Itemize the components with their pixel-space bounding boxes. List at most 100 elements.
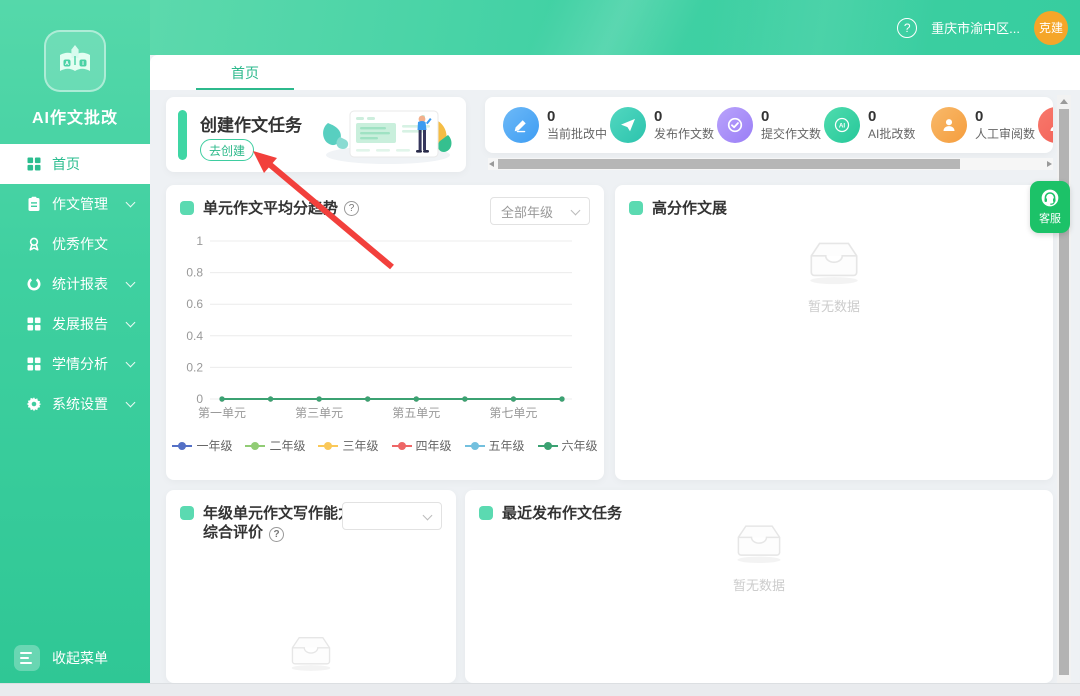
chevron-down-icon [126, 397, 136, 407]
app-title: AI作文批改 [0, 104, 150, 128]
ai-icon: AI [824, 107, 860, 143]
grid-icon [26, 356, 42, 372]
legend-item-0[interactable]: 一年级 [172, 437, 232, 454]
sidebar-item-grid-5[interactable]: 学情分析 [0, 344, 150, 384]
customer-service-button[interactable]: 客服 [1030, 181, 1070, 233]
highscore-card-title: 高分作文展 [652, 199, 727, 218]
scroll-up-icon[interactable] [1060, 99, 1068, 104]
check-icon [717, 107, 753, 143]
sidebar-item-clipboard-1[interactable]: 作文管理 [0, 184, 150, 224]
title-bullet [180, 201, 194, 215]
sidebar-nav: 首页作文管理优秀作文统计报表发展报告学情分析系统设置 [0, 144, 150, 424]
svg-text:0.2: 0.2 [186, 360, 203, 374]
scroll-left-icon[interactable] [489, 161, 494, 167]
svg-text:1: 1 [196, 234, 203, 248]
avatar[interactable]: 克建 [1034, 11, 1068, 45]
create-task-title: 创建作文任务 [200, 111, 302, 136]
sidebar-item-label: 统计报表 [52, 274, 108, 294]
horizontal-scrollbar[interactable] [488, 158, 1053, 170]
sidebar-item-gear-6[interactable]: 系统设置 [0, 384, 150, 424]
legend-item-1[interactable]: 二年级 [245, 437, 305, 454]
create-task-card: 创建作文任务 去创建 [166, 97, 466, 172]
clipboard-icon [26, 196, 42, 212]
sidebar: A I AI作文批改 首页作文管理优秀作文统计报表发展报告学情分析系统设置 收起… [0, 0, 150, 683]
chevron-down-icon [126, 317, 136, 327]
collapse-menu-icon [14, 645, 40, 671]
sidebar-item-medal-2[interactable]: 优秀作文 [0, 224, 150, 264]
empty-state: 暂无数据 [801, 237, 867, 315]
person-icon [1038, 107, 1053, 143]
customer-service-label: 客服 [1039, 210, 1061, 226]
stat-item-0: 0当前批改中 [503, 107, 610, 143]
trend-card-head: 单元作文平均分趋势 ? [180, 199, 476, 218]
sidebar-item-label: 首页 [52, 154, 80, 174]
horizontal-scrollbar-thumb[interactable] [498, 159, 960, 169]
legend-label: 六年级 [562, 437, 598, 454]
collapse-menu-label: 收起菜单 [52, 648, 108, 668]
legend-marker-icon [538, 441, 558, 451]
legend-marker-icon [172, 441, 192, 451]
stat-item-partial [1038, 107, 1053, 143]
legend-label: 五年级 [489, 437, 525, 454]
grade-filter-dropdown[interactable]: 全部年级 [490, 197, 590, 225]
title-bullet [180, 506, 194, 520]
location-text: 重庆市渝中区... [931, 18, 1020, 37]
stat-label: AI批改数 [868, 125, 915, 142]
stat-item-4: 0人工审阅数 [931, 107, 1038, 143]
help-icon[interactable]: ? [897, 18, 917, 38]
legend-marker-icon [318, 441, 338, 451]
unit-average-trend-card: 单元作文平均分趋势 ? 全部年级 00.20.40.60.81第一单元第三单元第… [166, 185, 604, 480]
pie-icon [26, 276, 42, 292]
stat-label: 人工审阅数 [975, 125, 1035, 142]
stat-value: 0 [547, 108, 607, 125]
sidebar-item-pie-3[interactable]: 统计报表 [0, 264, 150, 304]
dashboard-icon [26, 156, 42, 172]
svg-text:0.6: 0.6 [186, 297, 203, 311]
sidebar-item-dashboard-0[interactable]: 首页 [0, 144, 150, 184]
legend-marker-icon [465, 441, 485, 451]
question-icon[interactable]: ? [344, 201, 359, 216]
collapse-menu-button[interactable]: 收起菜单 [0, 633, 150, 683]
sidebar-item-label: 作文管理 [52, 194, 108, 214]
title-bullet [629, 201, 643, 215]
title-bullet [479, 506, 493, 520]
svg-text:第三单元: 第三单元 [295, 406, 343, 420]
legend-item-2[interactable]: 三年级 [318, 437, 378, 454]
svg-text:0.4: 0.4 [186, 329, 203, 343]
svg-text:第五单元: 第五单元 [392, 406, 440, 420]
svg-text:AI: AI [839, 123, 846, 130]
hero-illustration [310, 103, 460, 171]
highscore-card-head: 高分作文展 [629, 199, 1039, 218]
app-window: ? 重庆市渝中区... 克建 首页 A I AI作文 [0, 0, 1080, 683]
legend-item-5[interactable]: 六年级 [538, 437, 598, 454]
medal-icon [26, 236, 42, 252]
plane-icon [610, 107, 646, 143]
scroll-right-icon[interactable] [1047, 161, 1052, 167]
recent-card-title: 最近发布作文任务 [502, 504, 622, 523]
question-icon[interactable]: ? [269, 527, 284, 542]
accent-bar [178, 110, 187, 160]
app-logo-icon: A I [44, 30, 106, 92]
tab-home[interactable]: 首页 [196, 55, 294, 90]
sidebar-item-grid-4[interactable]: 发展报告 [0, 304, 150, 344]
main-content: 创建作文任务 去创建 [150, 90, 1080, 683]
empty-text: 暂无数据 [729, 575, 789, 594]
svg-text:第七单元: 第七单元 [489, 406, 537, 420]
legend-item-3[interactable]: 四年级 [392, 437, 452, 454]
ability-card-title: 年级单元作文写作能力综合评价? [203, 504, 363, 542]
chevron-down-icon [571, 205, 581, 215]
legend-item-4[interactable]: 五年级 [465, 437, 525, 454]
empty-state: 暂无数据 [729, 520, 789, 594]
chevron-down-icon [423, 510, 433, 520]
tab-bar: 首页 [150, 55, 1080, 90]
empty-text: 暂无数据 [801, 296, 867, 315]
sidebar-item-label: 优秀作文 [52, 234, 108, 254]
stats-card: 0当前批改中0发布作文数0提交作文数AI0AI批改数0人工审阅数 [485, 97, 1053, 153]
header-right: ? 重庆市渝中区... 克建 [897, 0, 1068, 55]
chevron-down-icon [126, 277, 136, 287]
stat-value: 0 [975, 108, 1035, 125]
stat-item-3: AI0AI批改数 [824, 107, 931, 143]
go-create-button[interactable]: 去创建 [200, 139, 254, 161]
top-header: ? 重庆市渝中区... 克建 [150, 0, 1080, 55]
ability-filter-dropdown[interactable] [342, 502, 442, 530]
